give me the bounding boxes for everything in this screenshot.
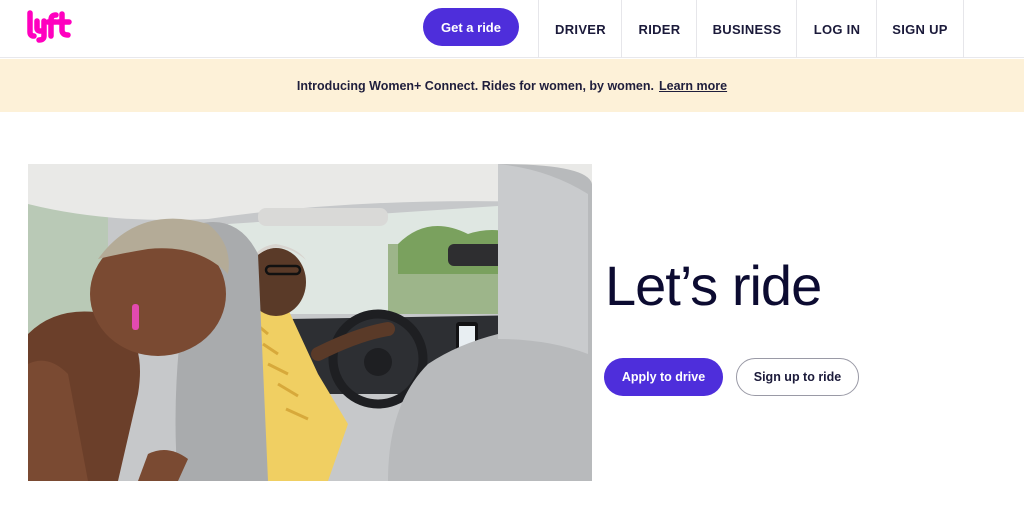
announcement-banner: Introducing Women+ Connect. Rides for wo…	[0, 59, 1024, 112]
lyft-logo-icon	[27, 10, 72, 43]
nav-business[interactable]: BUSINESS	[696, 0, 797, 58]
hero-headline: Let’s ride	[605, 254, 822, 317]
nav-log-in[interactable]: LOG IN	[796, 0, 877, 58]
rideshare-photo-icon	[28, 164, 592, 481]
nav-driver[interactable]: DRIVER	[538, 0, 622, 58]
nav-sign-up[interactable]: SIGN UP	[876, 0, 964, 58]
nav-rider[interactable]: RIDER	[621, 0, 697, 58]
banner-text: Introducing Women+ Connect. Rides for wo…	[296, 78, 654, 93]
lyft-logo[interactable]	[26, 10, 74, 44]
get-a-ride-button[interactable]: Get a ride	[423, 8, 519, 46]
learn-more-link[interactable]: Learn more	[659, 79, 727, 93]
sign-up-to-ride-button[interactable]: Sign up to ride	[736, 358, 859, 396]
apply-to-drive-button[interactable]: Apply to drive	[604, 358, 723, 396]
site-header: Get a ride DRIVER RIDER BUSINESS LOG IN …	[0, 0, 1024, 58]
hero-photo	[28, 164, 592, 481]
